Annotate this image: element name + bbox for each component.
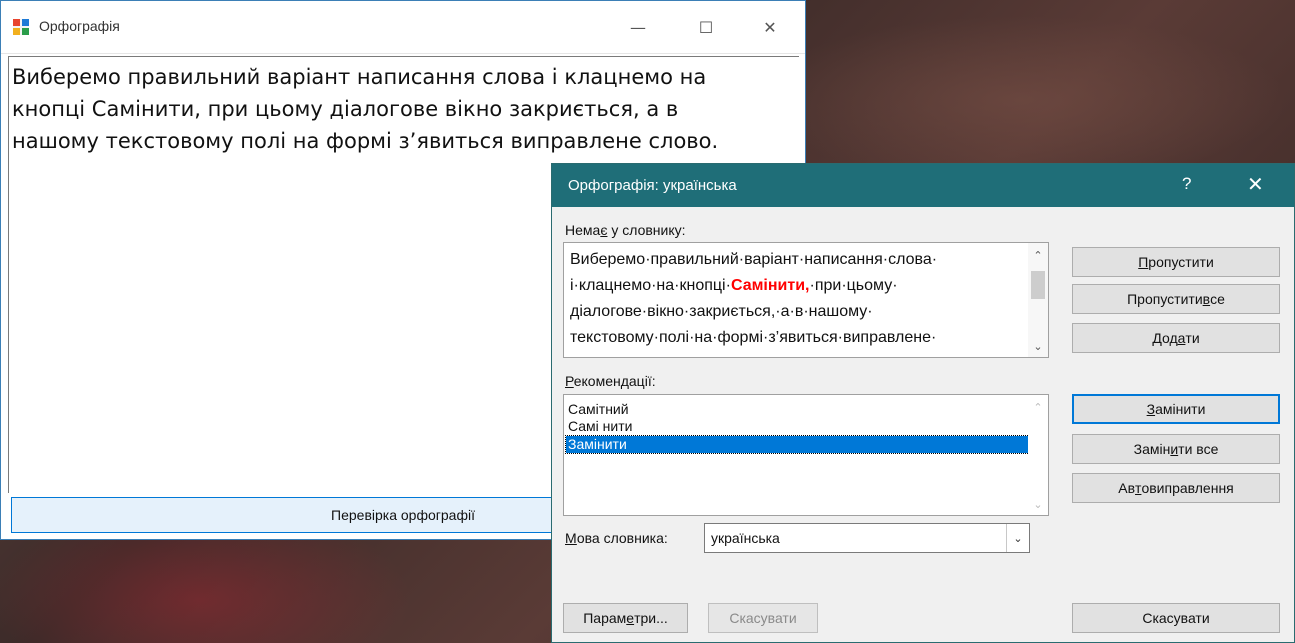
label-part: ти все [1178,441,1219,457]
label-part: е [626,610,635,626]
text-line: текстовому·полі·на·формі·з’явиться·випра… [570,329,937,346]
scroll-down-icon[interactable]: ⌄ [1028,340,1048,353]
label-part: ова словника: [576,530,668,546]
undo-button[interactable]: Скасувати [708,603,818,633]
minimize-button[interactable]: — [615,9,661,45]
scroll-up-icon[interactable]: ⌃ [1028,249,1048,262]
scroll-thumb[interactable] [1031,271,1045,299]
not-in-dictionary-label: Немає у словнику: [565,222,686,238]
label-part: ти [1185,330,1200,346]
text-line: кнопці Самінити, при цьому діалогове вік… [12,97,679,121]
text-line: нашому текстовому полі на формі з’явитьс… [12,129,719,153]
add-button[interactable]: Дод а ти [1072,323,1280,353]
label-part: овиправлення [1141,480,1234,496]
change-all-button[interactable]: Замін и ти все [1072,434,1280,464]
scroll-up-icon[interactable]: ⌃ [1028,401,1048,414]
text-part: ·при·цьому· [809,277,898,294]
dictionary-language-select[interactable]: українська ⌄ [704,523,1030,553]
scroll-down-icon[interactable]: ⌄ [1028,498,1048,511]
main-window-title: Орфографія [39,18,120,34]
label-part: а [1177,330,1186,346]
label-part: амінити [1155,401,1206,417]
text-line: діалогове·вікно·закриється,·а·в·нашому· [570,303,873,320]
close-button[interactable]: ✕ [747,9,793,45]
ignore-button[interactable]: Пропустити [1072,247,1280,277]
ignore-all-button[interactable]: Пропустити в се [1072,284,1280,314]
label-part: се [1210,291,1225,307]
text-line: Виберемо правильний варіант написання сл… [12,65,707,89]
text-line: Виберемо·правильний·варіант·написання·сл… [570,251,938,268]
app-form-icon [13,19,29,35]
dialog-close-button[interactable]: ✕ [1247,172,1264,197]
label-part: Р [565,373,574,389]
suggestions-list[interactable]: Самітний Самі нити Замінити ⌃ ⌄ [563,394,1049,516]
not-in-dictionary-box[interactable]: Виберемо·правильний·варіант·написання·сл… [563,242,1049,358]
dialog-titlebar[interactable]: Орфографія: українська ? ✕ [552,164,1294,207]
cancel-button[interactable]: Скасувати [1072,603,1280,633]
label-part: ропустити [1148,254,1214,270]
label-part: М [565,530,577,546]
suggestions-label: Рекомендації: [565,373,656,389]
scrollbar[interactable]: ⌃ ⌄ [1028,395,1048,515]
maximize-button[interactable]: ☐ [683,9,729,45]
label-part: екомендації: [573,373,656,389]
help-button[interactable]: ? [1182,174,1191,194]
label-part: у словнику: [607,222,686,238]
label-part: Пропустити [1127,291,1203,307]
main-titlebar[interactable]: Орфографія — ☐ ✕ [1,1,805,54]
list-item[interactable]: Самі нити [566,418,1029,435]
label-part: и [1170,441,1179,457]
label-part: в [1202,291,1211,307]
label-part: Дод [1152,330,1178,346]
dialog-title: Орфографія: українська [568,177,737,194]
dictionary-language-label: Мова словника: [565,530,668,546]
options-button[interactable]: Парам е три... [563,603,688,633]
scrollbar[interactable]: ⌃ ⌄ [1028,243,1048,357]
not-in-dictionary-text: Виберемо·правильний·варіант·написання·сл… [570,247,1025,351]
label-part: П [1138,254,1149,270]
label-part: З [1146,401,1156,417]
label-part: три... [634,610,668,626]
label-part: Парам [583,610,627,626]
label-part: Ав [1118,480,1136,496]
label-part: Замін [1133,441,1171,457]
misspelled-word: Самінити, [730,277,810,294]
main-text-content: Виберемо правильний варіант написання сл… [12,61,792,157]
text-part: і·клацнемо·на·кнопці· [570,277,731,294]
language-value: українська [711,530,780,546]
label-part: Нема [565,222,601,238]
text-line: і·клацнемо·на·кнопці·Самінити,·при·цьому… [570,273,1025,299]
change-button[interactable]: Замінити [1072,394,1280,424]
autocorrect-button[interactable]: Ав т овиправлення [1072,473,1280,503]
chevron-down-icon[interactable]: ⌄ [1006,524,1029,552]
list-item[interactable]: Самітний [566,401,1029,418]
list-item-selected[interactable]: Замінити [565,435,1030,454]
spelling-dialog: Орфографія: українська ? ✕ Немає у словн… [551,163,1295,643]
